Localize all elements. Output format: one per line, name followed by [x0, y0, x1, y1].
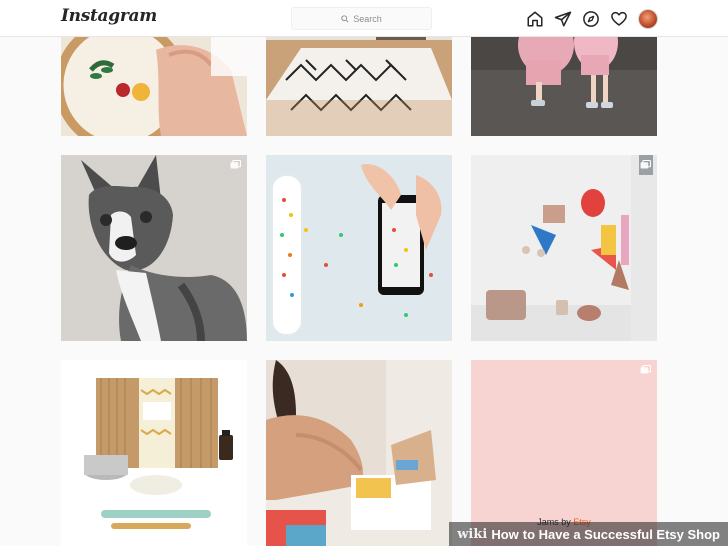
post-gift-box-unboxing[interactable] — [266, 360, 452, 546]
search-icon — [341, 14, 349, 23]
post-phone-confetti[interactable] — [266, 155, 452, 341]
direct-message-icon[interactable] — [554, 10, 572, 28]
activity-heart-icon[interactable] — [610, 10, 628, 28]
gift-box-unboxing-image — [266, 360, 452, 546]
wikihow-watermark: wiki How to Have a Successful Etsy Shop — [449, 522, 728, 546]
soy-candle-kit-image — [61, 360, 247, 546]
multiple-photos-icon — [640, 160, 651, 169]
phone-confetti-image — [266, 155, 452, 341]
post-soy-candle-kit[interactable] — [61, 360, 247, 546]
home-icon[interactable] — [526, 10, 544, 28]
wiki-brand: wiki — [457, 526, 488, 542]
multiple-photos-icon — [640, 365, 651, 374]
post-dog-portrait[interactable] — [61, 155, 247, 341]
post-craft-wall[interactable] — [471, 155, 657, 341]
craft-wall-image — [471, 155, 657, 341]
instagram-logo[interactable]: Instagram — [61, 6, 157, 26]
search-placeholder: Search — [353, 13, 382, 24]
post-jams-by-etsy[interactable]: Jams by Etsy — [471, 360, 657, 546]
dog-portrait-image — [61, 155, 247, 341]
nav-icons — [526, 9, 658, 29]
watermark-how: How — [491, 526, 519, 542]
profile-avatar[interactable] — [638, 9, 658, 29]
search-box[interactable]: Search — [291, 7, 432, 30]
explore-icon[interactable] — [582, 10, 600, 28]
multiple-photos-icon — [230, 160, 241, 169]
watermark-title: to Have a Successful Etsy Shop — [522, 526, 720, 542]
top-navigation-bar: Instagram Search — [0, 0, 728, 37]
